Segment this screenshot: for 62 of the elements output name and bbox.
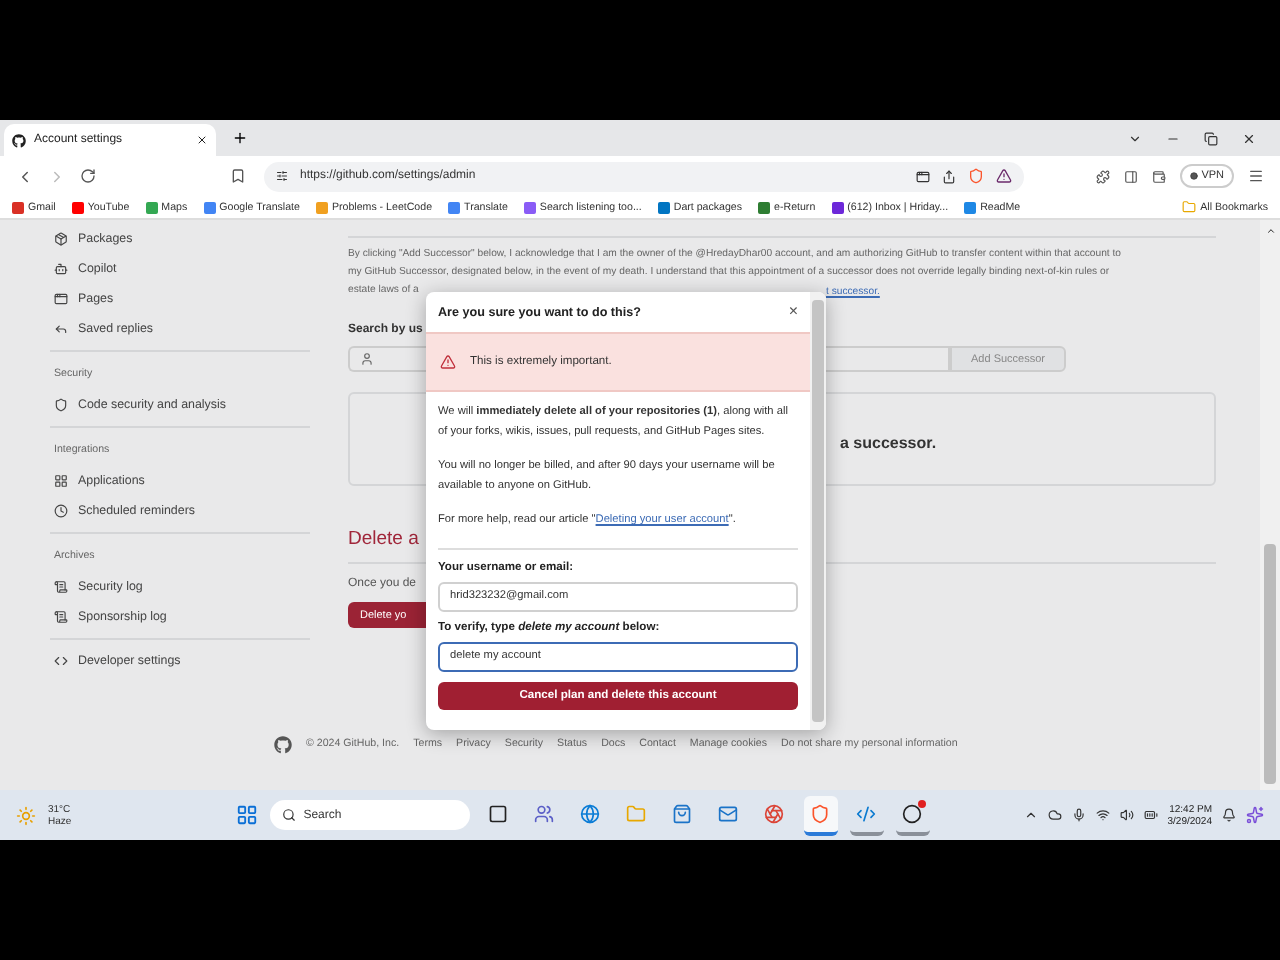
- speaker-icon[interactable]: [1119, 808, 1134, 822]
- window-icon[interactable]: [916, 169, 930, 183]
- four-squares-icon[interactable]: [235, 804, 258, 826]
- chevron-down-icon[interactable]: [1128, 131, 1142, 145]
- shield-icon: [810, 803, 831, 823]
- dot-icon: [1189, 172, 1198, 180]
- globe-icon: [580, 803, 601, 823]
- scroll-up-icon[interactable]: [1265, 226, 1275, 236]
- taskbar-app[interactable]: [895, 795, 930, 835]
- package-icon: [54, 232, 68, 246]
- shield-icon[interactable]: [968, 168, 984, 184]
- code-icon: [856, 803, 877, 823]
- wallet-icon[interactable]: [1151, 169, 1166, 183]
- close-button[interactable]: ×: [788, 304, 798, 320]
- dark-circle-icon: [902, 803, 923, 823]
- folder-icon: [1182, 200, 1197, 214]
- cat-logo-icon: [274, 735, 292, 753]
- window-icon: [54, 292, 68, 306]
- puzzle-icon[interactable]: [1095, 169, 1110, 183]
- shopping-bag-icon: [672, 803, 693, 823]
- scrollbar[interactable]: [810, 292, 826, 730]
- new-tab-icon[interactable]: [232, 130, 248, 146]
- triangle-icon[interactable]: [996, 168, 1012, 184]
- wifi-icon[interactable]: [1095, 808, 1110, 822]
- cat-logo-icon: [12, 133, 26, 147]
- close-icon[interactable]: [196, 134, 208, 146]
- sparkle-icon[interactable]: [1246, 806, 1264, 824]
- robot-icon: [54, 262, 68, 276]
- reply-icon: [54, 322, 68, 336]
- sliders-icon: [276, 170, 288, 182]
- menu-icon[interactable]: [1248, 168, 1264, 184]
- clock-icon: [54, 504, 68, 518]
- square-icon: [488, 803, 509, 823]
- bell-icon[interactable]: [1222, 808, 1236, 822]
- delete-heading: Delete a: [348, 526, 419, 554]
- grid-icon: [54, 474, 68, 488]
- bookmark-icon[interactable]: [230, 168, 246, 184]
- chevron-up-icon[interactable]: [1023, 808, 1038, 822]
- microphone-icon[interactable]: [1071, 808, 1086, 822]
- reload-icon[interactable]: [80, 168, 96, 184]
- battery-icon[interactable]: [1143, 808, 1158, 822]
- shield-icon: [54, 398, 68, 412]
- aperture-icon: [764, 803, 785, 823]
- log-icon: [54, 580, 68, 594]
- code-icon: [54, 654, 68, 668]
- folder-icon: [626, 803, 647, 823]
- share-icon[interactable]: [942, 169, 956, 183]
- mail-icon: [718, 803, 739, 823]
- cloud-icon[interactable]: [1047, 808, 1062, 822]
- search-icon: [281, 808, 296, 822]
- sidebar-icon[interactable]: [1123, 169, 1138, 183]
- sun-icon: [16, 805, 36, 825]
- close-icon[interactable]: [1242, 131, 1256, 145]
- person-icon: [360, 352, 374, 366]
- search-field[interactable]: [826, 346, 950, 372]
- warning-icon: [440, 354, 456, 370]
- successor-note: a successor.: [840, 433, 937, 451]
- log-icon: [54, 610, 68, 624]
- back-icon[interactable]: [16, 167, 34, 185]
- restore-icon[interactable]: [1204, 131, 1218, 145]
- scrollbar[interactable]: [1260, 220, 1280, 790]
- people-icon: [534, 803, 555, 823]
